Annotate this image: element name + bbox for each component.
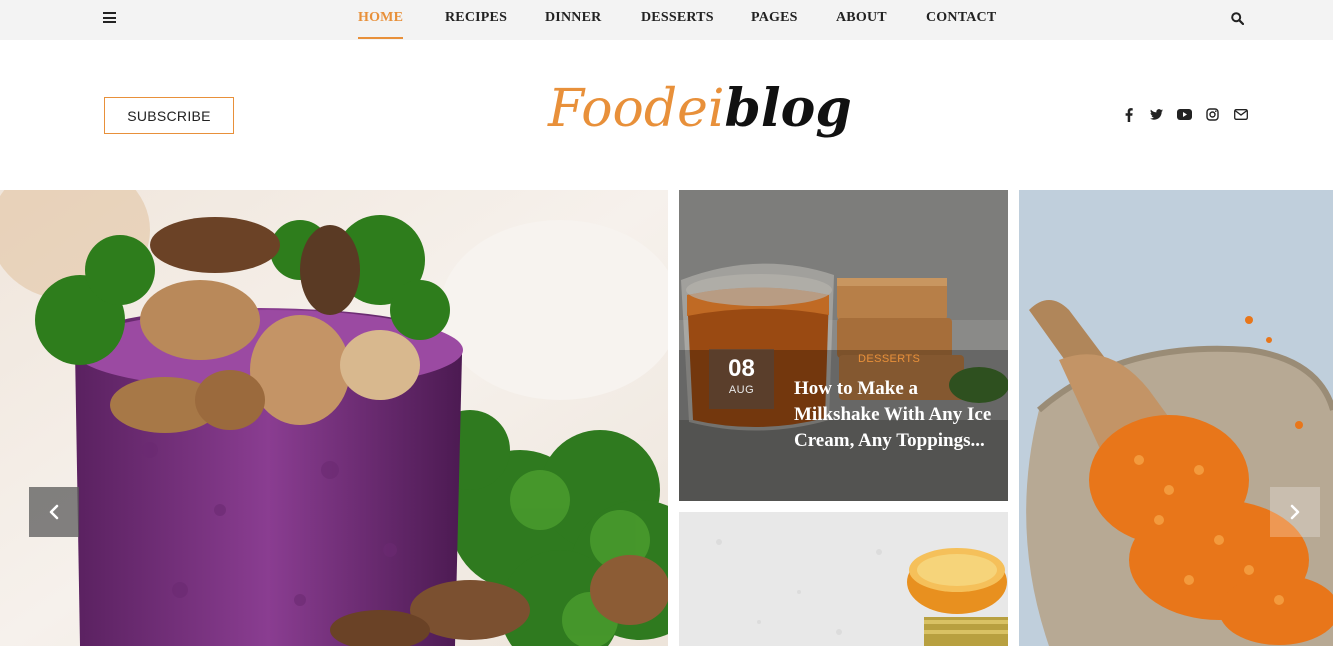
nav-item-desserts[interactable]: DESSERTS (641, 0, 714, 40)
search-icon[interactable] (1231, 12, 1245, 26)
post-date-day: 08 (728, 355, 755, 382)
chevron-left-icon (49, 504, 59, 520)
subscribe-button[interactable]: SUBSCRIBE (104, 97, 234, 134)
nav-item-home[interactable]: HOME (358, 0, 404, 40)
slide-card-lentils[interactable] (1019, 190, 1333, 646)
post-title-link[interactable]: How to Make a Milkshake With Any Ice Cre… (794, 376, 994, 454)
slider-prev-button[interactable] (29, 487, 79, 537)
site-logo[interactable]: Foodeiblog (548, 78, 852, 158)
chevron-right-icon (1290, 504, 1300, 520)
top-nav-bar: HOME RECIPES DINNER DESSERTS PAGES ABOUT… (0, 0, 1333, 40)
slide-card-tea[interactable] (679, 190, 1008, 501)
post-category-link[interactable]: DESSERTS (858, 353, 920, 365)
nav-item-pages[interactable]: PAGES (751, 0, 798, 40)
instagram-icon[interactable] (1204, 106, 1221, 123)
slide-image-purple-mash[interactable] (0, 190, 668, 646)
social-links (1120, 106, 1249, 123)
nav-item-contact[interactable]: CONTACT (926, 0, 996, 40)
post-date-badge: 08 AUG (709, 349, 774, 409)
twitter-icon[interactable] (1148, 106, 1165, 123)
logo-text-blog: blog (724, 78, 852, 139)
slide-card-juice[interactable] (679, 512, 1008, 646)
slider-next-button[interactable] (1270, 487, 1320, 537)
nav-item-about[interactable]: ABOUT (836, 0, 887, 40)
nav-item-dinner[interactable]: DINNER (545, 0, 601, 40)
facebook-icon[interactable] (1120, 106, 1137, 123)
logo-text-foodei: Foodei (548, 79, 725, 139)
nav-item-recipes[interactable]: RECIPES (445, 0, 507, 40)
envelope-icon[interactable] (1232, 106, 1249, 123)
youtube-icon[interactable] (1176, 106, 1193, 123)
post-date-month: AUG (728, 384, 755, 396)
main-nav: HOME RECIPES DINNER DESSERTS PAGES ABOUT… (0, 0, 1333, 40)
